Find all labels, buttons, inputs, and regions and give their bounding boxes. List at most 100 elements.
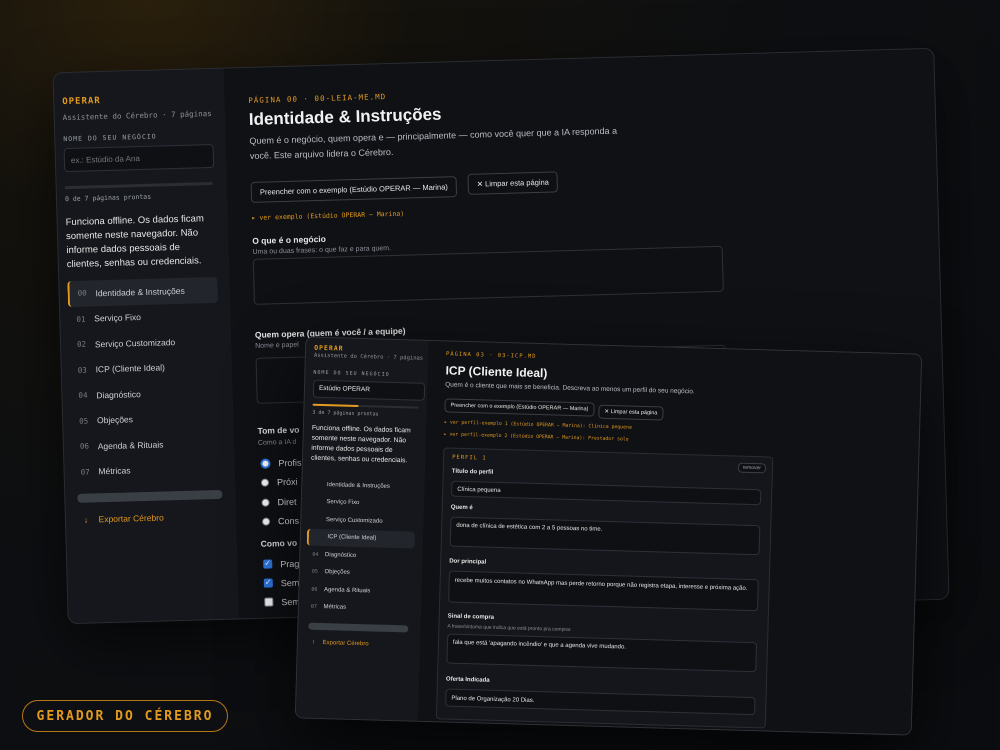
sidebar-scrollbar[interactable] [77, 489, 223, 503]
tone-option[interactable]: Diret [261, 492, 303, 513]
business-name-input[interactable] [63, 143, 215, 173]
nav-item-number: 02 [76, 339, 87, 350]
field-pain-title: Dor principal [449, 558, 487, 566]
offline-note: Funciona offline. Os dados ficam somente… [310, 424, 411, 465]
see-example-1-link[interactable]: ▸ ver perfil-exemplo 1 (Estúdio OPERAR —… [444, 420, 632, 430]
nav-item-label: ICP (Cliente Ideal) [95, 362, 166, 375]
tone-option[interactable]: Próxi [260, 472, 303, 493]
checkbox[interactable] [264, 597, 274, 607]
page-title: ICP (Cliente Ideal) [445, 363, 548, 381]
radio-button[interactable] [261, 498, 270, 507]
brand-subtitle: Assistente do Cérebro · 7 páginas [62, 108, 212, 123]
nav-item[interactable]: 07 Métricas [72, 455, 223, 485]
business-name-label: NOME DO SEU NEGÓCIO [63, 132, 157, 144]
see-example-link[interactable]: ▸ ver exemplo (Estúdio OPERAR — Marina) [251, 210, 404, 222]
sidebar-scrollbar[interactable] [308, 622, 409, 633]
clear-page-button[interactable]: ✕ Limpar esta página [598, 404, 664, 421]
radio-button[interactable] [260, 478, 270, 488]
tone-option-label: Profis [278, 457, 302, 469]
nav-item-number: 03 [77, 365, 87, 375]
nav-item[interactable]: 00 Identidade & Instruções [67, 276, 218, 307]
nav-item[interactable]: Identidade & Instruções [308, 476, 416, 497]
fill-example-button[interactable]: Preencher com o exemplo (Estúdio OPERAR … [444, 398, 595, 417]
export-brain-button[interactable]: ↓ Exportar Cérebro [84, 512, 164, 524]
page-eyebrow: PÁGINA 03 · 03-ICP.MD [445, 351, 537, 360]
tone-option[interactable]: Cons [261, 511, 304, 532]
style-option-label: Prag [280, 558, 300, 569]
checkbox[interactable] [263, 578, 273, 588]
signal-textarea[interactable]: fala que está 'apagando incêndio' e que … [446, 633, 758, 673]
brain-generator-badge: GERADOR DO CÉREBRO [22, 700, 228, 732]
nav-item-label: Diagnóstico [96, 388, 141, 401]
field-offer-title: Oferta Indicada [445, 676, 490, 684]
nav-item[interactable]: 02 Serviço Customizado [69, 328, 220, 358]
offline-note: Funciona offline. Os dados ficam somente… [65, 213, 204, 271]
nav-item-number: 05 [311, 568, 318, 576]
nav-item-number: 07 [80, 467, 90, 477]
business-name-label: NOME DO SEU NEGÓCIO [313, 369, 390, 378]
nav-item[interactable]: 06 Agenda & Rituais [72, 430, 223, 460]
nav-item-number: 04 [312, 551, 319, 558]
profile-card: PERFIL 1 remover Título do perfil Clínic… [435, 447, 774, 729]
field-signal-title: Sinal de compra [447, 613, 495, 621]
nav-item-number: 05 [79, 416, 89, 426]
page-nav: Identidade & Instruções Serviço Fixo Servi… [305, 476, 417, 619]
front-sidebar: OPERAR Assistente do Cérebro · 7 páginas… [295, 337, 430, 721]
remove-profile-button[interactable]: remover [737, 462, 767, 474]
page-eyebrow: PÁGINA 00 · 00-LEIA-ME.MD [248, 92, 387, 105]
pages-progress-fill [312, 403, 359, 407]
nav-item-label: Métricas [98, 465, 131, 477]
nav-item-label: ICP (Cliente Ideal) [327, 534, 377, 542]
brand-name: OPERAR [62, 96, 101, 108]
nav-item[interactable]: Serviço Customizado [307, 511, 415, 532]
nav-item-number: 06 [79, 441, 90, 452]
field-who-title: Quem é [450, 504, 473, 512]
nav-item-number: 01 [76, 314, 86, 324]
checkbox[interactable] [263, 559, 273, 569]
nav-item[interactable]: 06 Agenda & Rituais [305, 581, 413, 602]
style-check-group: Prag Sem Sem [263, 554, 301, 612]
business-name-input[interactable]: Estúdio OPERAR [312, 379, 426, 401]
field-signal-help: A frase/sintoma que indica que está pron… [447, 623, 572, 634]
field-profile-title: Título do perfil [451, 468, 494, 476]
style-option[interactable]: Prag [263, 554, 300, 574]
brand-name: OPERAR [314, 343, 344, 353]
nav-item[interactable]: 07 Métricas [305, 598, 413, 619]
pages-progress-bar [312, 403, 419, 409]
field-operator-help: Nome e papel [255, 341, 299, 350]
export-label: Exportar Cérebro [98, 512, 164, 525]
front-app-window: OPERAR Assistente do Cérebro · 7 páginas… [294, 336, 923, 736]
style-option[interactable]: Sem [264, 592, 301, 612]
nav-item-number: 00 [77, 288, 87, 299]
pain-textarea[interactable]: recebe muitos contatos no WhatsApp mas p… [448, 570, 759, 612]
export-brain-button[interactable]: ↑ Exportar Cérebro [312, 640, 369, 648]
back-sidebar: OPERAR Assistente do Cérebro · 7 páginas… [53, 68, 240, 624]
tone-option-label: Cons [277, 515, 300, 527]
radio-button[interactable] [261, 517, 271, 526]
nav-item[interactable]: 04 Diagnóstico [70, 379, 221, 409]
clear-page-button[interactable]: ✕ Limpar esta página [467, 171, 559, 195]
fill-example-button[interactable]: Preencher com o exemplo (Estúdio OPERAR … [250, 176, 458, 203]
front-main-content: PÁGINA 03 · 03-ICP.MD ICP (Cliente Ideal… [417, 340, 922, 735]
style-option[interactable]: Sem [263, 573, 301, 593]
progress-text: 3 de 7 páginas prontas [312, 409, 379, 418]
who-textarea[interactable]: dona de clínica de estética com 2 a 5 pe… [449, 516, 761, 556]
download-icon: ↓ [83, 514, 89, 525]
nav-item[interactable]: 04 Diagnóstico [306, 546, 414, 567]
business-textarea[interactable] [252, 245, 724, 305]
field-tone-help: Como a IA d [257, 438, 297, 447]
tone-option[interactable]: Profis [260, 453, 302, 474]
brand-subtitle: Assistente do Cérebro · 7 páginas [313, 352, 424, 362]
offer-input[interactable]: Plano de Organização 20 Dias. [445, 688, 756, 716]
export-label: Exportar Cérebro [322, 640, 369, 648]
radio-button[interactable] [260, 458, 271, 469]
nav-item-label: Objeções [324, 569, 350, 577]
nav-item-number: 07 [310, 603, 318, 611]
page-nav: 00 Identidade & Instruções 01 Serviço Fixo 0… [67, 276, 223, 485]
see-example-2-link[interactable]: ▸ ver perfil-exemplo 2 (Estúdio OPERAR —… [444, 432, 629, 442]
nav-item-number: 04 [78, 390, 88, 401]
profile-title-input[interactable]: Clínica pequena [451, 480, 762, 506]
tone-radio-group: Profis Próxi Diret Cons [260, 453, 303, 532]
nav-item-label: Agenda & Rituais [323, 586, 371, 595]
page-description: Quem é o negócio, quem opera e — princip… [249, 125, 618, 161]
